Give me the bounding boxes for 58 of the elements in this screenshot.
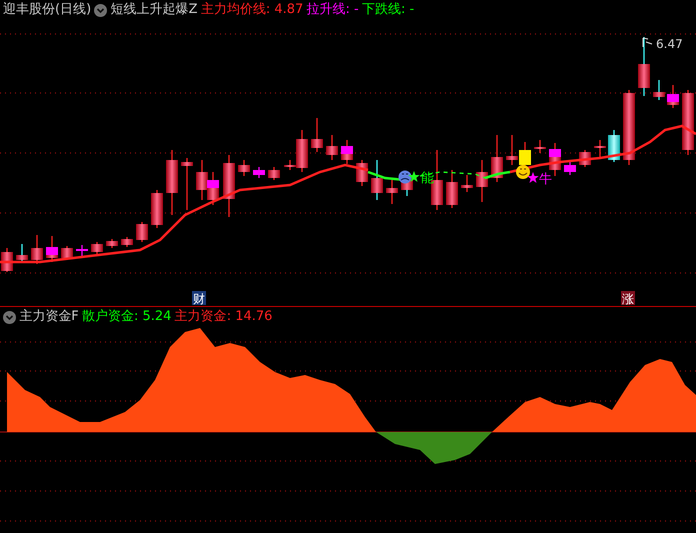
candlestick xyxy=(16,244,28,262)
stock-title: 迎丰股份(日线) xyxy=(3,1,92,19)
candlestick xyxy=(311,118,323,152)
candlestick xyxy=(534,140,546,153)
candlestick xyxy=(253,167,265,178)
candlestick xyxy=(238,160,250,176)
legend-value: 散户资金: 5.24 xyxy=(82,308,172,326)
candlestick xyxy=(106,239,118,248)
candlestick xyxy=(446,170,458,208)
price-high-label: 6.47 xyxy=(656,37,683,51)
date-tag: 财 xyxy=(192,291,206,306)
candlestick xyxy=(46,236,58,262)
candlestick xyxy=(207,172,219,205)
candlestick xyxy=(506,135,518,165)
candlestick xyxy=(76,245,88,256)
dropdown-icon[interactable] xyxy=(94,4,108,16)
candlestick xyxy=(519,142,531,168)
legend-value: 下跌线: - xyxy=(362,1,414,19)
candlestick xyxy=(341,140,353,164)
candlestick xyxy=(223,155,235,217)
candlestick xyxy=(386,180,398,204)
candlestick xyxy=(594,140,606,158)
star-icon xyxy=(527,172,539,183)
candlestick xyxy=(667,85,679,108)
candlestick xyxy=(61,246,73,260)
flag-icon xyxy=(642,38,652,48)
indicator-name: 主力资金F xyxy=(19,308,79,326)
legend-value: 主力均价线: 4.87 xyxy=(200,1,304,19)
signal-label: 牛 xyxy=(539,172,552,187)
date-tag: 涨 xyxy=(621,291,635,306)
candlestick xyxy=(181,158,193,210)
candlestick xyxy=(121,237,133,247)
dropdown-icon[interactable] xyxy=(3,310,16,324)
smiley-face-icon xyxy=(516,165,530,179)
signal-label: 能 xyxy=(421,171,434,186)
candlestick xyxy=(653,80,665,100)
legend-value: 主力资金: 14.76 xyxy=(174,308,272,326)
candlestick xyxy=(608,130,620,162)
candlestick xyxy=(136,222,148,242)
legend-value: 拉升线: - xyxy=(306,1,359,19)
candlestick xyxy=(564,160,576,175)
candlestick xyxy=(166,150,178,215)
sad-face-icon xyxy=(398,170,412,184)
candlestick xyxy=(356,160,368,186)
candlestick xyxy=(196,160,208,200)
candlestick xyxy=(491,135,503,182)
candlestick xyxy=(371,160,383,200)
candlestick xyxy=(638,37,650,96)
candlestick xyxy=(91,242,103,254)
candlestick xyxy=(461,175,473,192)
candlestick xyxy=(268,167,280,180)
candlestick xyxy=(476,160,488,202)
candlestick xyxy=(326,135,338,160)
candlestick xyxy=(682,90,694,155)
indicator-name: 短线上升起爆Z xyxy=(110,1,198,19)
star-icon xyxy=(408,171,420,182)
candlestick xyxy=(151,190,163,228)
candlestick xyxy=(31,235,43,264)
